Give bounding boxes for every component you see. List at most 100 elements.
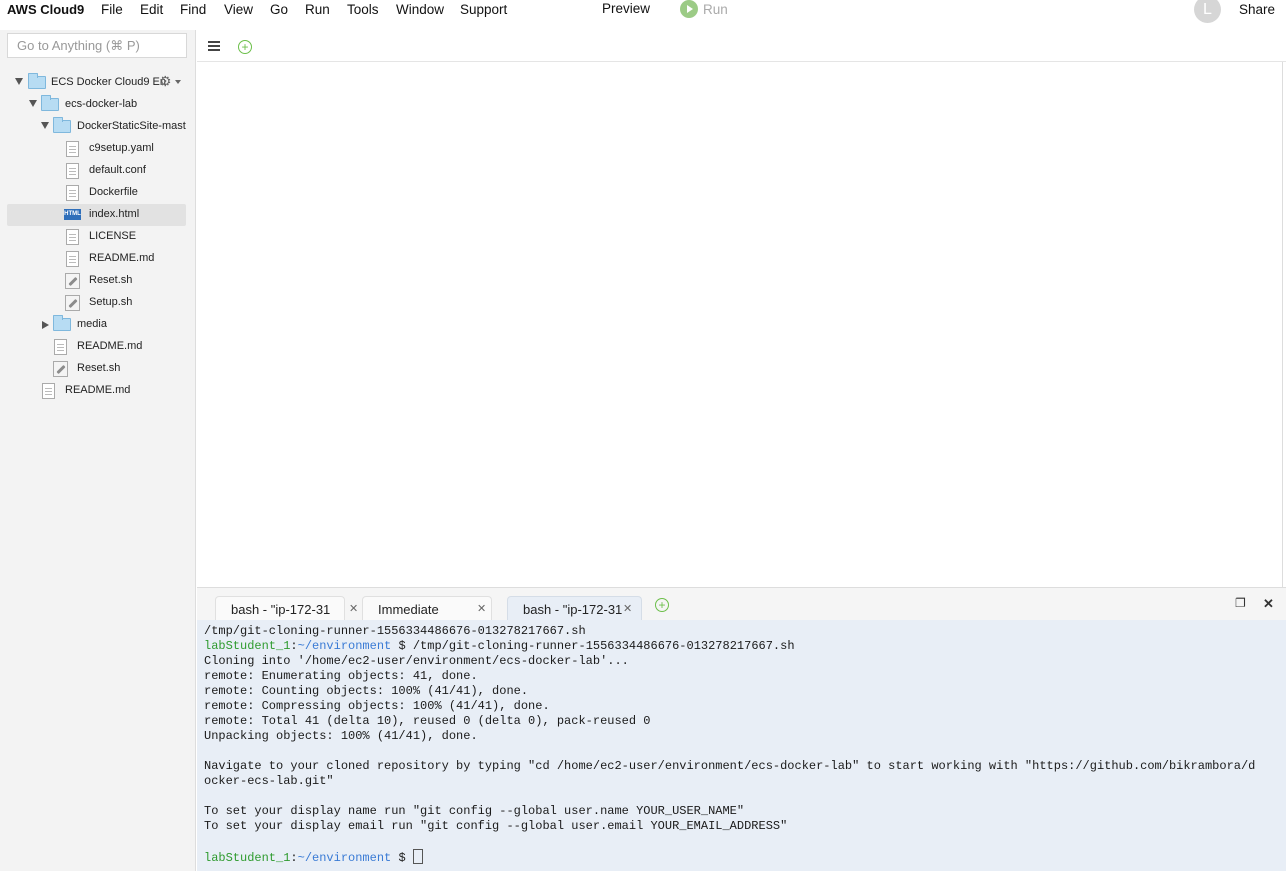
new-terminal-plus-icon[interactable]: +	[655, 598, 669, 612]
app-brand[interactable]: AWS Cloud9	[7, 2, 84, 17]
terminal-line: Unpacking objects: 100% (41/41), done.	[204, 729, 478, 743]
terminal-output[interactable]: /tmp/git-cloning-runner-1556334486676-01…	[197, 620, 1286, 871]
tree-item-media[interactable]: media	[7, 314, 186, 336]
dropdown-caret-icon[interactable]	[175, 80, 181, 84]
menu-file[interactable]: File	[101, 2, 123, 17]
prompt-user: labStudent_1	[204, 639, 291, 653]
file-icon	[66, 251, 79, 267]
tree-item-label: ecs-docker-lab	[65, 98, 138, 110]
file-icon	[66, 163, 79, 179]
tree-item-license[interactable]: LICENSE	[7, 226, 186, 248]
tree-item-label: default.conf	[89, 164, 146, 176]
terminal-cursor	[412, 849, 423, 864]
tab-label: Immediate	[378, 602, 439, 617]
close-panel-icon[interactable]: ✕	[1263, 596, 1274, 612]
tab-immediate[interactable]: Immediate ✕	[362, 596, 492, 621]
expand-arrow-icon[interactable]	[29, 100, 37, 107]
script-file-icon	[53, 361, 68, 377]
file-tree-panel: ECS Docker Cloud9 En ⚙ ecs-docker-lab Do…	[0, 30, 196, 871]
menu-run[interactable]: Run	[305, 2, 330, 17]
tree-item-readme-md[interactable]: README.md	[7, 248, 186, 270]
menu-window[interactable]: Window	[396, 2, 444, 17]
tree-item-reset-sh[interactable]: Reset.sh	[7, 270, 186, 292]
tab-list-icon[interactable]	[208, 41, 220, 51]
file-icon	[66, 229, 79, 245]
tree-item-setup-sh[interactable]: Setup.sh	[7, 292, 186, 314]
terminal-line: remote: Total 41 (delta 10), reused 0 (d…	[204, 714, 651, 728]
menu-support[interactable]: Support	[460, 2, 507, 17]
terminal-line: remote: Compressing objects: 100% (41/41…	[204, 699, 550, 713]
go-to-anything-input[interactable]	[7, 33, 187, 58]
tree-item-readme-md-3[interactable]: README.md	[7, 380, 186, 402]
menu-bar: AWS Cloud9 File Edit Find View Go Run To…	[0, 0, 1286, 23]
tree-item-label: LICENSE	[89, 230, 137, 242]
tree-item-label: media	[77, 318, 107, 330]
terminal-line: /tmp/git-cloning-runner-1556334486676-01…	[204, 624, 586, 638]
prompt-path: ~/environment	[297, 639, 392, 653]
tree-item-label: README.md	[77, 340, 143, 352]
folder-icon	[53, 315, 71, 331]
tab-label: bash - "ip-172-31	[523, 602, 623, 617]
file-icon	[42, 383, 55, 399]
menu-go[interactable]: Go	[270, 2, 288, 17]
share-button[interactable]: Share	[1239, 2, 1275, 17]
restore-panel-icon[interactable]: ❐	[1235, 596, 1246, 610]
editor-area[interactable]	[197, 62, 1283, 587]
tree-item-label: ECS Docker Cloud9 En	[51, 76, 166, 88]
prompt-user: labStudent_1	[204, 851, 291, 865]
new-tab-plus-icon[interactable]: +	[238, 40, 252, 54]
file-icon	[54, 339, 67, 355]
tree-item-readme-md-2[interactable]: README.md	[7, 336, 186, 358]
html-file-icon: HTML	[64, 209, 81, 220]
user-avatar[interactable]: L	[1194, 0, 1221, 23]
menu-edit[interactable]: Edit	[140, 2, 163, 17]
expand-arrow-icon[interactable]	[41, 122, 49, 129]
close-icon[interactable]: ✕	[477, 602, 486, 615]
tree-item-c9setup-yaml[interactable]: c9setup.yaml	[7, 138, 186, 160]
expand-arrow-icon[interactable]	[15, 78, 23, 85]
menu-find[interactable]: Find	[180, 2, 206, 17]
tree-item-reset-sh-2[interactable]: Reset.sh	[7, 358, 186, 380]
tree-item-dockerfile[interactable]: Dockerfile	[7, 182, 186, 204]
file-icon	[66, 141, 79, 157]
terminal-line: To set your display name run "git config…	[204, 804, 745, 818]
script-file-icon	[65, 273, 80, 289]
tree-item-label: Dockerfile	[89, 186, 138, 198]
gear-icon[interactable]: ⚙	[159, 74, 174, 89]
tab-bash-1[interactable]: bash - "ip-172-31 ✕	[215, 596, 358, 621]
tree-item-label: Setup.sh	[89, 296, 133, 308]
tree-item-index-html[interactable]: HTML index.html	[7, 204, 186, 226]
tree-item-label: c9setup.yaml	[89, 142, 154, 154]
terminal-prompt-line: labStudent_1:~/environment $	[204, 849, 1286, 866]
preview-button[interactable]: Preview	[602, 1, 650, 16]
terminal-line: remote: Enumerating objects: 41, done.	[204, 669, 478, 683]
tab-bash-active[interactable]: bash - "ip-172-31 ✕	[507, 596, 642, 621]
prompt-path: ~/environment	[297, 851, 392, 865]
tree-item-default-conf[interactable]: default.conf	[7, 160, 186, 182]
terminal-line: remote: Counting objects: 100% (41/41), …	[204, 684, 529, 698]
play-icon	[680, 0, 698, 18]
tree-item-label: README.md	[65, 384, 131, 396]
close-icon[interactable]: ✕	[349, 602, 358, 615]
tree-item-label: README.md	[89, 252, 155, 264]
tree-item-dockerstaticsite[interactable]: DockerStaticSite-maste	[7, 116, 186, 138]
run-button-label: Run	[703, 1, 728, 17]
tree-item-label: Reset.sh	[77, 362, 121, 374]
tree-item-label: Reset.sh	[89, 274, 133, 286]
editor-tab-bar: +	[197, 30, 1286, 62]
tree-item-ecs-docker-lab[interactable]: ecs-docker-lab	[7, 94, 186, 116]
menu-tools[interactable]: Tools	[347, 2, 379, 17]
folder-icon	[41, 95, 59, 111]
run-button[interactable]: Run	[680, 0, 728, 18]
file-icon	[66, 185, 79, 201]
collapsed-arrow-icon[interactable]	[42, 321, 49, 329]
console-tab-bar: bash - "ip-172-31 ✕ Immediate ✕ bash - "…	[197, 587, 1286, 621]
command-text: /tmp/git-cloning-runner-1556334486676-01…	[412, 639, 795, 653]
menu-view[interactable]: View	[224, 2, 253, 17]
tree-item-label: index.html	[89, 208, 140, 220]
tree-item-root-folder[interactable]: ECS Docker Cloud9 En ⚙	[7, 72, 186, 94]
close-icon[interactable]: ✕	[623, 602, 632, 615]
